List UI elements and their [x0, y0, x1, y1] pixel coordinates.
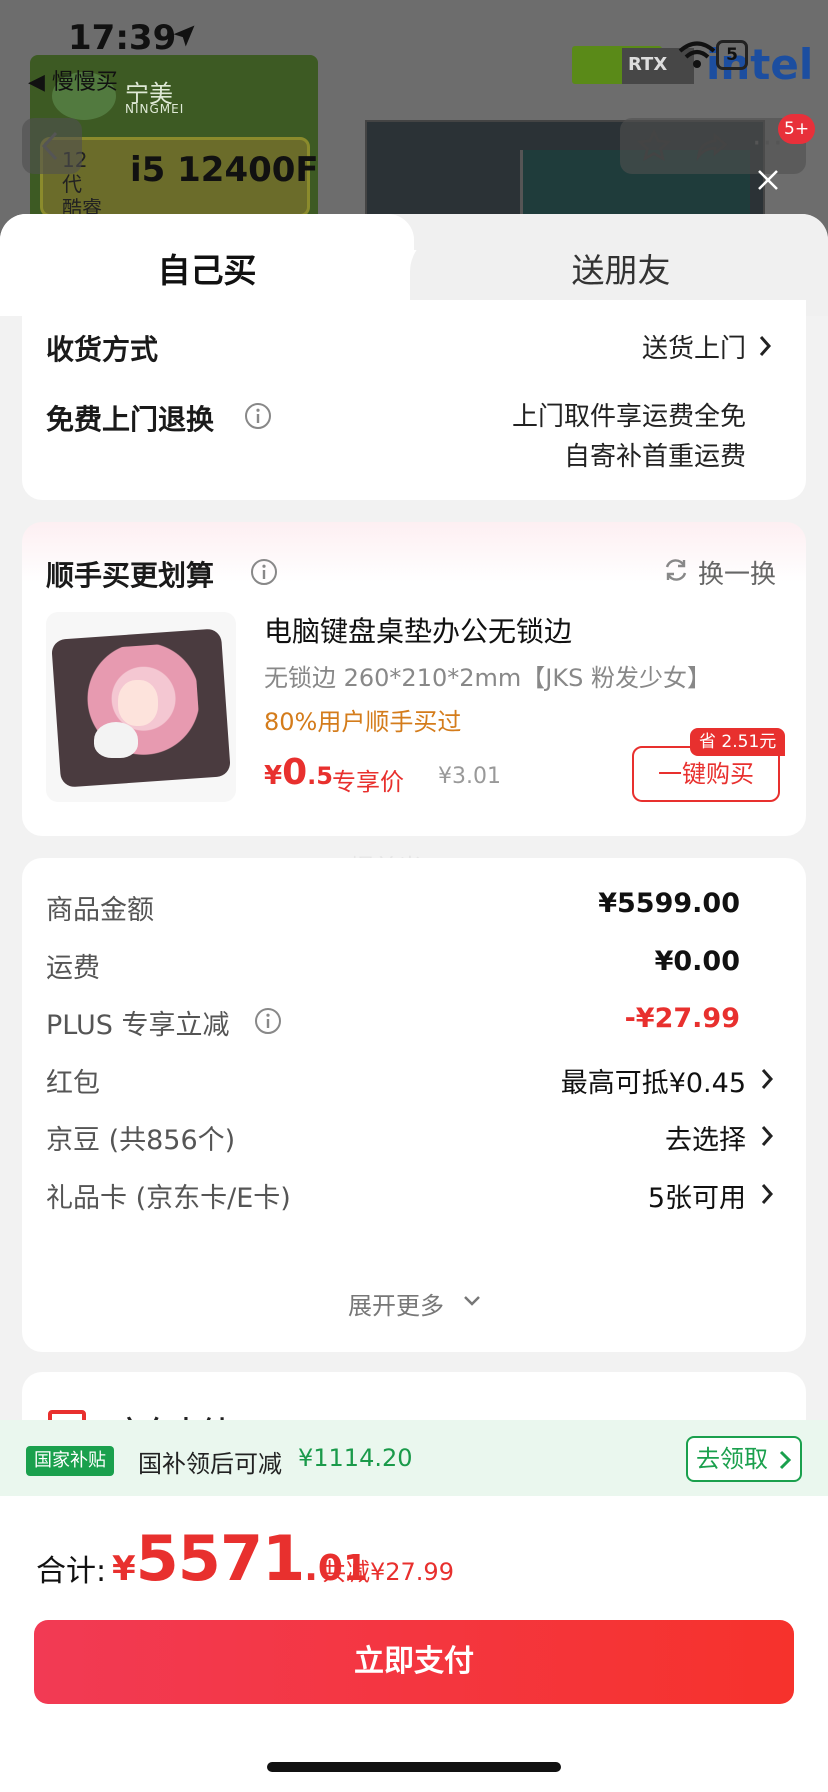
info-icon[interactable] — [244, 402, 272, 430]
subsidy-text: 国补领后可减 — [138, 1450, 282, 1478]
price-row-label: 京豆 (共856个) — [46, 1125, 236, 1156]
chevron-left-icon — [41, 131, 58, 161]
price-row-value: ¥0.00 — [654, 946, 740, 977]
addon-original-price: ¥3.01 — [438, 764, 501, 789]
info-icon[interactable] — [250, 558, 278, 586]
return-policy-line-2: 自寄补首重运费 — [563, 442, 746, 472]
total-savings: 共减¥27.99 — [322, 1558, 454, 1586]
tab-gift-friend[interactable]: 送朋友 — [414, 244, 828, 292]
addon-price-label: 专享价 — [332, 768, 404, 796]
price-row-label: 商品金额 — [46, 895, 154, 926]
subsidy-amount: ¥1114.20 — [298, 1444, 413, 1472]
return-policy-line-1: 上门取件享运费全免 — [511, 402, 746, 432]
refresh-icon[interactable] — [662, 556, 690, 584]
addon-title: 顺手买更划算 — [46, 559, 215, 592]
total-label: 合计: — [36, 1554, 107, 1589]
price-row-value[interactable]: 5张可用 — [446, 1176, 746, 1215]
delivery-method-value[interactable]: 送货上门 — [560, 328, 746, 365]
addon-product-spec: 无锁边 260*210*2mm【JKS 粉发少女】 — [264, 664, 711, 692]
subsidy-tag: 国家补贴 — [26, 1446, 114, 1476]
home-indicator[interactable] — [267, 1762, 561, 1772]
chevron-right-icon[interactable] — [760, 1124, 774, 1148]
chevron-right-icon[interactable] — [760, 1067, 774, 1091]
location-arrow-icon — [173, 25, 195, 47]
price-row-label: 运费 — [46, 953, 100, 984]
share-icon[interactable] — [694, 128, 730, 164]
pay-now-button[interactable]: 立即支付 — [34, 1620, 794, 1704]
chevron-right-icon[interactable] — [760, 1182, 774, 1206]
chevron-right-icon — [779, 1450, 792, 1470]
close-icon[interactable] — [752, 164, 784, 196]
price-row-value[interactable]: 最高可抵¥0.45 — [446, 1061, 746, 1100]
back-button[interactable] — [22, 118, 82, 174]
free-return-label: 免费上门退换 — [46, 403, 215, 436]
price-row-value[interactable]: 去选择 — [446, 1118, 746, 1157]
chevron-down-icon[interactable] — [462, 1294, 482, 1308]
cpu-model: i5 12400F — [130, 150, 319, 190]
addon-product-name[interactable]: 电脑键盘桌垫办公无锁边 — [264, 610, 572, 650]
addon-social-proof: 80%用户顺手买过 — [264, 708, 462, 736]
tab-buy-self-label[interactable]: 自己买 — [0, 244, 414, 292]
battery-indicator: 5 — [716, 40, 748, 70]
status-time: 17:39 — [68, 18, 177, 58]
price-summary-card — [22, 858, 806, 1352]
wifi-icon — [678, 41, 716, 68]
price-row-value: -¥27.99 — [624, 1003, 740, 1034]
price-row-label: PLUS 专享立减 — [46, 1010, 230, 1041]
brand-name-en: NINGMEI — [125, 102, 185, 116]
price-row-label: 红包 — [46, 1068, 100, 1099]
notification-badge: 5+ — [778, 114, 816, 144]
swap-button[interactable]: 换一换 — [698, 554, 776, 591]
price-row-value: ¥5599.00 — [598, 888, 740, 919]
delivery-method-label: 收货方式 — [46, 333, 159, 366]
star-icon[interactable] — [636, 128, 672, 164]
addon-price: ¥0.5 — [264, 752, 333, 793]
savings-badge: 省 2.51元 — [690, 728, 786, 756]
back-to-app-link[interactable]: ◀ 慢慢买 — [28, 64, 118, 96]
chevron-right-icon[interactable] — [758, 334, 772, 358]
price-row-label: 礼品卡 (京东卡/E卡) — [46, 1183, 291, 1214]
expand-more-button[interactable]: 展开更多 — [348, 1286, 444, 1321]
info-icon[interactable] — [254, 1007, 282, 1035]
